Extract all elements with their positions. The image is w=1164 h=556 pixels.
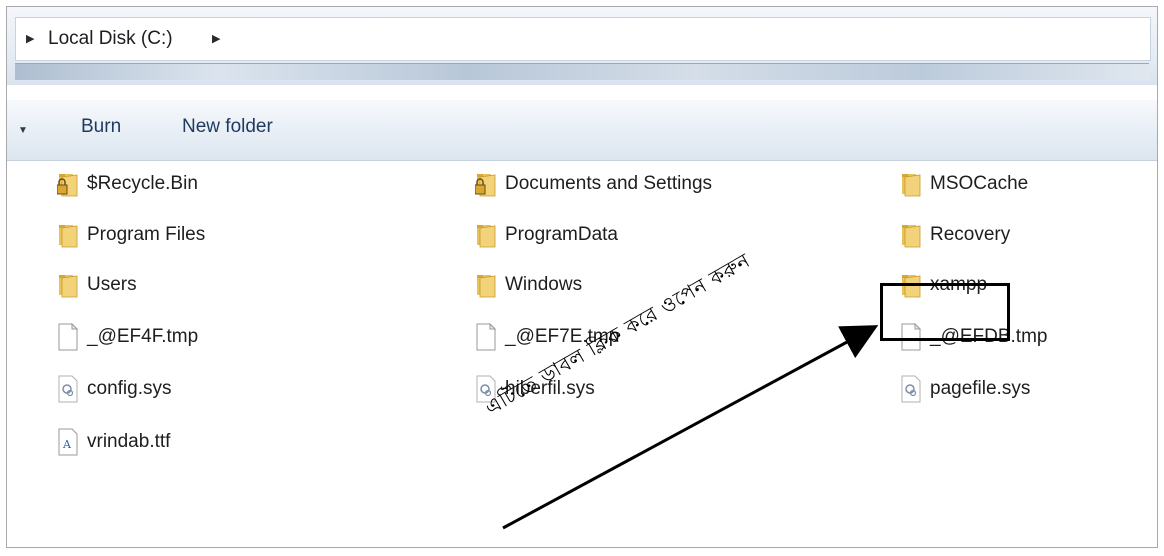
file-item-programdata[interactable]: ProgramData <box>475 218 618 252</box>
file-name: MSOCache <box>930 173 1029 194</box>
locked-folder-icon <box>56 170 79 198</box>
new-folder-button[interactable]: New folder <box>182 116 273 138</box>
file-name: ProgramData <box>505 224 618 245</box>
file-name: config.sys <box>87 378 172 399</box>
command-bar: ▼ Burn New folder <box>7 100 1157 161</box>
file-name: Program Files <box>87 224 206 245</box>
folder-icon <box>475 221 497 249</box>
font-file-icon: A <box>57 428 79 456</box>
file-name: _@EF4F.tmp <box>87 326 199 347</box>
file-item-ef4f-tmp[interactable]: _@EF4F.tmp <box>57 320 198 354</box>
file-item-pagefile-sys[interactable]: pagefile.sys <box>900 372 1030 406</box>
search-bar-strip <box>15 63 1149 80</box>
file-item-recycle-bin[interactable]: $Recycle.Bin <box>56 167 198 201</box>
address-field[interactable]: ▶ Local Disk (C:) ▶ <box>15 17 1151 61</box>
folder-icon <box>900 221 922 249</box>
file-name: Users <box>87 274 137 295</box>
breadcrumb-local-disk[interactable]: Local Disk (C:) <box>48 28 173 50</box>
file-item-recovery[interactable]: Recovery <box>900 218 1010 252</box>
explorer-window: ▶ Local Disk (C:) ▶ ▼ Burn New folder $R… <box>6 6 1158 548</box>
file-name: Windows <box>505 274 583 295</box>
file-name: Documents and Settings <box>505 173 713 194</box>
dropdown-arrow-icon[interactable]: ▼ <box>18 125 28 136</box>
file-name: vrindab.ttf <box>87 431 171 452</box>
folder-icon <box>57 221 79 249</box>
folder-icon <box>57 271 79 299</box>
breadcrumb-chevron-icon[interactable]: ▶ <box>26 32 34 45</box>
file-name: $Recycle.Bin <box>87 173 198 194</box>
burn-button[interactable]: Burn <box>81 116 121 138</box>
address-bar: ▶ Local Disk (C:) ▶ <box>7 7 1157 85</box>
folder-icon <box>475 271 497 299</box>
file-icon <box>475 322 497 351</box>
file-name: pagefile.sys <box>930 378 1031 399</box>
file-item-config-sys[interactable]: config.sys <box>57 372 171 406</box>
file-item-documents-and-settings[interactable]: Documents and Settings <box>474 167 713 201</box>
file-item-program-files[interactable]: Program Files <box>57 218 205 252</box>
file-item-windows[interactable]: Windows <box>475 268 582 302</box>
file-item-msocache[interactable]: MSOCache <box>900 167 1028 201</box>
breadcrumb-chevron-icon[interactable]: ▶ <box>212 32 220 45</box>
locked-folder-icon <box>474 170 497 198</box>
system-file-icon <box>57 375 79 403</box>
xampp-highlight-box <box>880 283 1010 341</box>
system-file-icon <box>900 375 922 403</box>
file-item-users[interactable]: Users <box>57 268 137 302</box>
file-item-vrindab-ttf[interactable]: Avrindab.ttf <box>57 425 170 459</box>
folder-icon <box>900 170 922 198</box>
file-icon <box>57 322 79 351</box>
svg-text:A: A <box>62 438 72 451</box>
file-name: Recovery <box>930 224 1011 245</box>
